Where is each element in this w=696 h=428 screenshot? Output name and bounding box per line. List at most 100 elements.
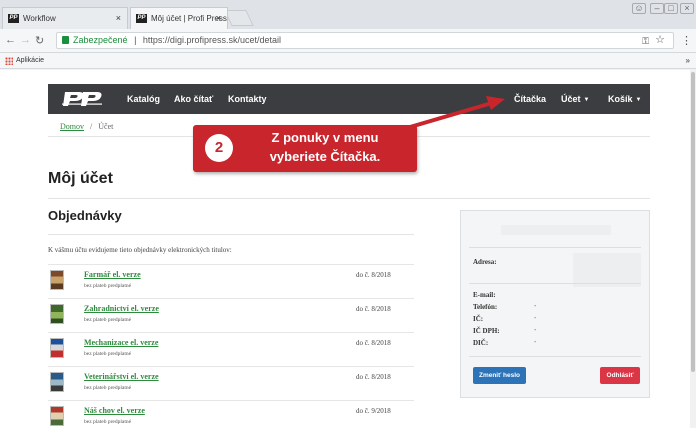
back-arrow-icon[interactable]: ← xyxy=(5,34,16,46)
nav-katalog[interactable]: Katalóg xyxy=(127,94,160,104)
magazine-cover-thumbnail[interactable] xyxy=(50,372,64,392)
address-bar[interactable]: Zabezpečené | https://digi.profipress.sk… xyxy=(56,32,674,49)
callout-line-2: vyberiete Čítačka. xyxy=(269,149,381,164)
breadcrumb-separator: / xyxy=(90,122,93,131)
nav-ako-citat[interactable]: Ako čítať xyxy=(174,94,213,104)
divider xyxy=(48,234,414,235)
nav-kosik-dropdown[interactable]: Košík ▼ xyxy=(608,94,641,104)
orders-heading: Objednávky xyxy=(48,208,122,223)
breadcrumb: Domov / Účet xyxy=(60,122,113,131)
divider xyxy=(469,283,641,284)
minimize-icon[interactable]: – xyxy=(650,3,664,14)
workflow-favicon-icon: PP xyxy=(8,14,19,23)
close-tab-icon[interactable]: × xyxy=(116,13,121,23)
magazine-cover-thumbnail[interactable] xyxy=(50,406,64,426)
reload-icon[interactable]: ↻ xyxy=(35,34,44,47)
order-row: Farmář el. verze bez plateb predplatné d… xyxy=(48,264,414,298)
order-valid-until: do č. 8/2018 xyxy=(356,305,391,313)
phone-value: - xyxy=(534,303,537,310)
tutorial-callout: 2 Z ponuky v menu vyberiete Čítačka. xyxy=(193,125,417,172)
star-icon[interactable]: ☆ xyxy=(655,33,665,48)
close-window-icon[interactable]: × xyxy=(680,3,694,14)
order-title-link[interactable]: Farmář el. verze xyxy=(84,270,141,279)
order-valid-until: do č. 8/2018 xyxy=(356,339,391,347)
divider xyxy=(469,356,641,357)
orders-intro: K vášmu účtu evidujeme tieto objednávky … xyxy=(48,246,232,254)
nav-kontakty[interactable]: Kontakty xyxy=(228,94,267,104)
change-password-button[interactable]: Zmeniť heslo xyxy=(473,367,526,384)
order-subtitle: bez plateb predplatné xyxy=(84,419,132,425)
order-subtitle: bez plateb predplatné xyxy=(84,385,132,391)
icdph-value: - xyxy=(534,327,537,334)
order-title-link[interactable]: Zahradnictví el. verze xyxy=(84,304,159,313)
profipress-logo-icon[interactable] xyxy=(61,90,105,108)
url-text: https://digi.profipress.sk/ucet/detail xyxy=(142,35,281,45)
callout-line-1: Z ponuky v menu xyxy=(271,130,379,145)
ico-label: IČ: xyxy=(473,315,484,323)
browser-window: PP Workflow × PP Môj účet | Profi Press … xyxy=(0,0,696,428)
order-valid-until: do č. 9/2018 xyxy=(356,407,391,415)
order-row: Zahradnictví el. verze bez plateb predpl… xyxy=(48,298,414,332)
maximize-icon[interactable]: □ xyxy=(664,3,678,14)
tab-workflow[interactable]: PP Workflow × xyxy=(2,7,128,29)
new-tab-button[interactable] xyxy=(224,10,254,26)
page-title: Môj účet xyxy=(48,170,113,187)
site-navbar: Katalóg Ako čítať Kontakty Čítačka Účet ▼… xyxy=(48,84,650,114)
logout-button[interactable]: Odhlásiť xyxy=(600,367,640,384)
nav-citacka[interactable]: Čítačka xyxy=(514,94,546,104)
address-label: Adresa: xyxy=(473,258,497,266)
lock-icon xyxy=(62,36,69,44)
bookmarks-bar: Aplikácie » xyxy=(0,53,696,69)
email-label: E-mail: xyxy=(473,291,496,299)
order-valid-until: do č. 8/2018 xyxy=(356,271,391,279)
order-row: Náš chov el. verze bez plateb predplatné… xyxy=(48,400,414,428)
url-separator: | xyxy=(134,35,137,45)
forward-arrow-icon[interactable]: → xyxy=(20,34,31,46)
order-subtitle: bez plateb predplatné xyxy=(84,283,132,289)
tab-title: Workflow xyxy=(23,14,56,23)
profipress-favicon-icon: PP xyxy=(136,14,147,23)
caret-down-icon: ▼ xyxy=(583,96,590,103)
phone-label: Telefón: xyxy=(473,303,498,311)
icdph-label: IČ DPH: xyxy=(473,327,500,335)
order-subtitle: bez plateb predplatné xyxy=(84,317,132,323)
magazine-cover-thumbnail[interactable] xyxy=(50,270,64,290)
order-row: Veterinářství el. verze bez plateb predp… xyxy=(48,366,414,400)
page-content: Katalóg Ako čítať Kontakty Čítačka Účet ▼… xyxy=(0,70,690,428)
order-subtitle: bez plateb predplatné xyxy=(84,351,132,357)
tab-strip: PP Workflow × PP Môj účet | Profi Press … xyxy=(0,0,696,29)
ico-value: - xyxy=(534,315,537,322)
nav-kosik-label: Košík xyxy=(608,94,633,104)
scrollbar-thumb[interactable] xyxy=(691,72,695,372)
order-title-link[interactable]: Náš chov el. verze xyxy=(84,406,145,415)
secure-label: Zabezpečené xyxy=(73,35,128,45)
dic-label: DIČ: xyxy=(473,339,489,347)
more-bookmarks-icon[interactable]: » xyxy=(686,56,690,65)
magazine-cover-thumbnail[interactable] xyxy=(50,304,64,324)
order-row: Mechanizace el. verze bez plateb predpla… xyxy=(48,332,414,366)
magazine-cover-thumbnail[interactable] xyxy=(50,338,64,358)
tab-moj-ucet[interactable]: PP Môj účet | Profi Press s.r.o. × xyxy=(130,7,228,29)
breadcrumb-home-link[interactable]: Domov xyxy=(60,122,84,131)
redacted-address xyxy=(573,253,641,287)
apps-grid-icon[interactable] xyxy=(5,57,13,65)
nav-ucet-label: Účet xyxy=(561,94,581,104)
browser-toolbar: ← → ↻ Zabezpečené | https://digi.profipr… xyxy=(0,29,696,53)
divider xyxy=(48,198,650,199)
order-title-link[interactable]: Veterinářství el. verze xyxy=(84,372,159,381)
nav-ucet-dropdown[interactable]: Účet ▼ xyxy=(561,94,589,104)
account-details-panel: Adresa: E-mail: Telefón: - IČ: - IČ DPH:… xyxy=(460,210,650,398)
redacted-name xyxy=(501,225,611,235)
caret-down-icon: ▼ xyxy=(635,96,642,103)
profile-icon[interactable]: ☺ xyxy=(632,3,646,14)
order-title-link[interactable]: Mechanizace el. verze xyxy=(84,338,158,347)
browser-menu-icon[interactable]: ⋮ xyxy=(681,34,692,47)
close-tab-icon[interactable]: × xyxy=(216,13,221,23)
order-valid-until: do č. 8/2018 xyxy=(356,373,391,381)
apps-bookmark[interactable]: Aplikácie xyxy=(16,57,44,64)
breadcrumb-current: Účet xyxy=(98,122,114,131)
dic-value: - xyxy=(534,339,537,346)
key-icon[interactable]: ⚿ xyxy=(642,34,649,49)
divider xyxy=(469,247,641,248)
step-number-badge: 2 xyxy=(205,134,233,162)
